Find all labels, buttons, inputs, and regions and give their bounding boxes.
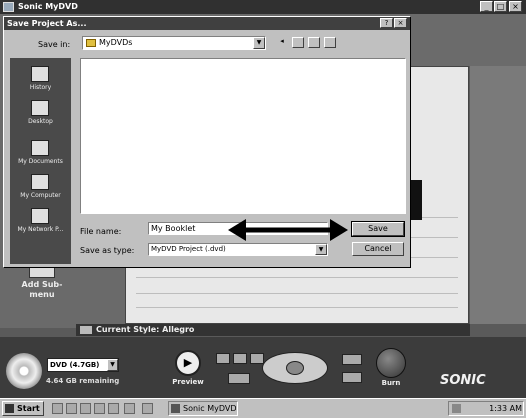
remote-button-4[interactable] <box>228 373 250 384</box>
current-style-bar: Current Style: Allegro <box>76 324 470 336</box>
disc-icon <box>6 353 42 389</box>
preview-label: Preview <box>172 378 204 386</box>
up-folder-icon[interactable] <box>292 37 304 48</box>
burn-button[interactable] <box>376 348 406 378</box>
style-icon[interactable] <box>80 326 92 334</box>
chevron-down-icon[interactable]: ▼ <box>253 37 265 49</box>
desktop-icon[interactable] <box>31 100 49 116</box>
disc-space-status: 4.64 GB remaining <box>46 377 120 385</box>
save-in-label: Save in: <box>38 40 71 49</box>
places-item-desktop[interactable]: Desktop <box>10 118 71 125</box>
save-as-type-select[interactable]: MyDVD Project (.dvd) <box>148 243 328 256</box>
app-title-bar: Sonic MyDVD <box>0 0 526 14</box>
play-icon: ▶ <box>183 356 193 369</box>
mydvd-app-icon <box>171 404 180 413</box>
quicklaunch-icon-4[interactable] <box>94 403 105 414</box>
minimize-button[interactable]: _ <box>480 1 493 12</box>
new-folder-icon[interactable] <box>308 37 320 48</box>
my-computer-icon[interactable] <box>31 174 49 190</box>
help-button[interactable]: ? <box>380 18 393 28</box>
save-button[interactable]: Save <box>351 221 405 237</box>
burn-label: Burn <box>381 379 401 387</box>
navigation-pad-select[interactable] <box>286 361 304 375</box>
my-documents-icon[interactable] <box>31 140 49 156</box>
remote-button-2[interactable] <box>233 353 247 364</box>
quicklaunch-icon-7[interactable] <box>142 403 153 414</box>
places-item-history[interactable]: History <box>10 84 71 91</box>
file-list[interactable] <box>80 58 406 214</box>
quicklaunch-icon-2[interactable] <box>66 403 77 414</box>
my-network-icon[interactable] <box>31 208 49 224</box>
remote-button-5[interactable] <box>342 354 362 365</box>
quicklaunch-icon-6[interactable] <box>124 403 135 414</box>
file-name-label: File name: <box>80 227 122 236</box>
remote-button-6[interactable] <box>342 372 362 383</box>
remote-button-1[interactable] <box>216 353 230 364</box>
dialog-title-bar: Save Project As... <box>4 17 410 30</box>
quicklaunch-icon-1[interactable] <box>52 403 63 414</box>
history-icon[interactable] <box>31 66 49 82</box>
places-item-my-computer[interactable]: My Computer <box>10 192 71 199</box>
save-in-select[interactable]: MyDVDs <box>82 36 266 50</box>
windows-logo-icon <box>5 404 14 413</box>
cancel-button[interactable]: Cancel <box>352 242 404 256</box>
view-menu-icon[interactable] <box>324 37 336 48</box>
app-icon <box>3 2 14 12</box>
quicklaunch-icon-3[interactable] <box>80 403 91 414</box>
remote-button-3[interactable] <box>250 353 264 364</box>
places-item-my-documents[interactable]: My Documents <box>10 158 71 165</box>
double-arrow-icon <box>228 219 348 241</box>
chevron-down-icon[interactable]: ▼ <box>107 359 118 371</box>
chevron-down-icon[interactable]: ▼ <box>315 244 327 255</box>
folder-icon <box>86 39 96 47</box>
tray-icon[interactable] <box>452 404 461 413</box>
tray-clock: 1:33 AM <box>489 404 522 413</box>
dialog-close-button[interactable]: × <box>394 18 407 28</box>
back-icon[interactable]: ◂ <box>276 37 288 48</box>
add-submenu-label[interactable]: Add Sub-menu <box>10 280 74 300</box>
save-as-type-label: Save as type: <box>80 246 135 255</box>
maximize-button[interactable]: □ <box>494 1 507 12</box>
close-button[interactable]: × <box>509 1 522 12</box>
sonic-logo: SONIC <box>440 373 486 388</box>
right-panel <box>470 66 526 324</box>
places-item-my-network[interactable]: My Network P... <box>10 226 71 233</box>
preview-button[interactable]: ▶ <box>175 350 201 376</box>
quicklaunch-icon-5[interactable] <box>108 403 119 414</box>
